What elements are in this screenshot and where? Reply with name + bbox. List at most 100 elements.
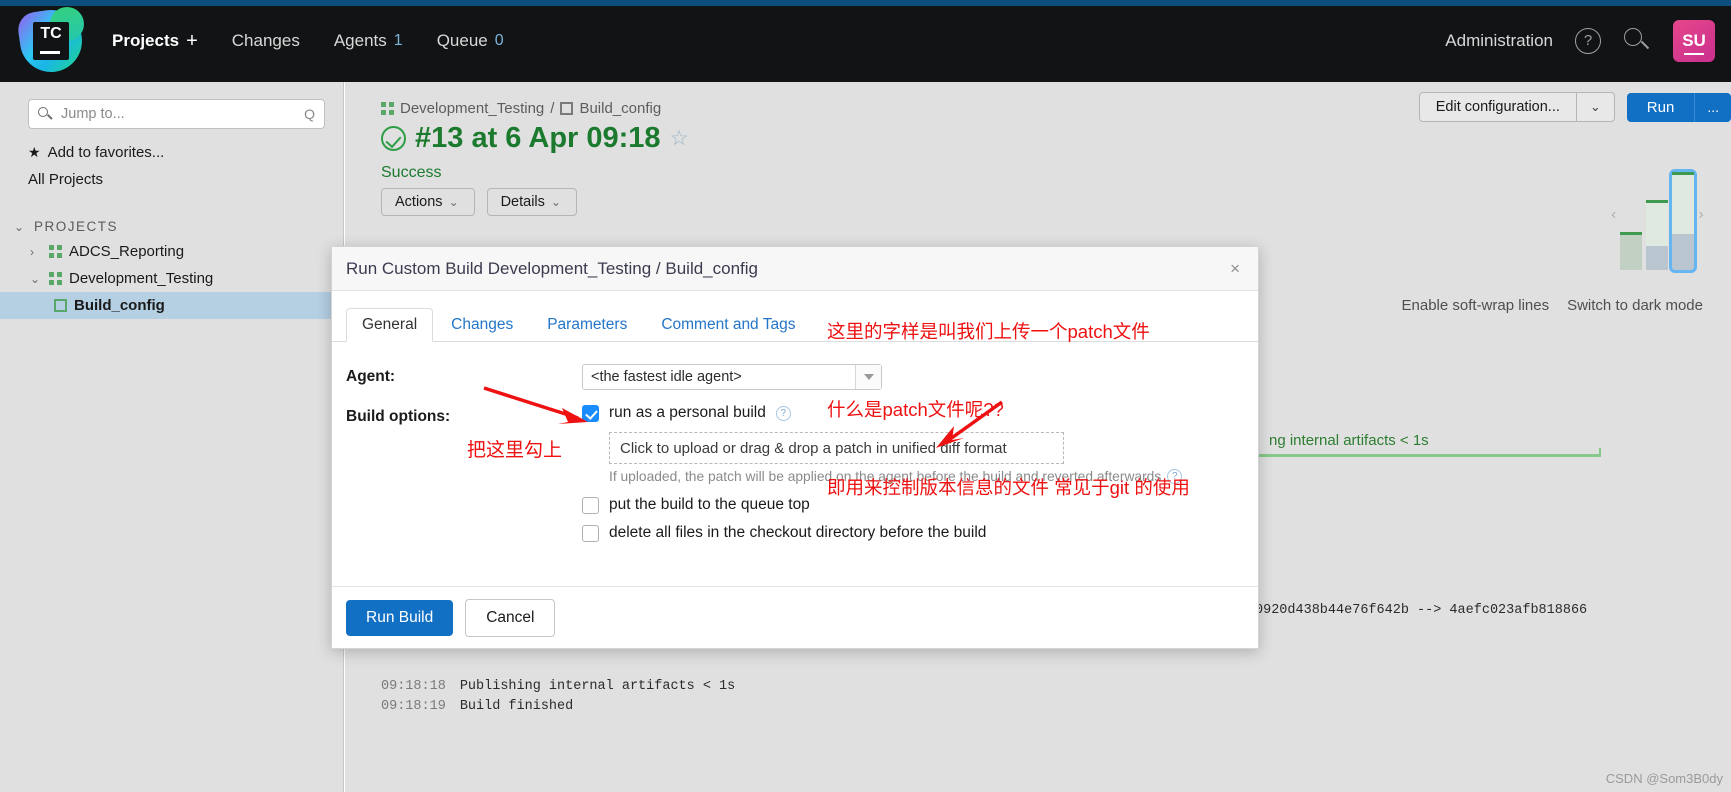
search-input[interactable] [61, 106, 297, 122]
patch-dropzone[interactable]: Click to upload or drag & drop a patch i… [609, 432, 1064, 464]
chevron-right-icon[interactable]: › [1698, 206, 1703, 224]
nav-label-queue: Queue [436, 31, 488, 50]
agent-select[interactable]: <the fastest idle agent> [582, 364, 882, 390]
nav-label-changes: Changes [231, 31, 300, 50]
sidebar-item-build-config[interactable]: Build_config [0, 292, 343, 319]
queue-top-checkbox[interactable] [582, 496, 599, 514]
sparkline-bar[interactable] [1646, 200, 1669, 270]
help-icon[interactable]: ? [1167, 469, 1183, 484]
log-timestamp: 09:18:18 [381, 679, 446, 694]
edit-configuration-button[interactable]: Edit configuration... [1420, 93, 1576, 121]
sparkline-bar-current[interactable] [1669, 169, 1698, 273]
tab-comment-and-tags[interactable]: Comment and Tags [645, 308, 811, 342]
header-accent-line [0, 0, 1731, 6]
build-number-title: #13 at 6 Apr 09:18 [415, 122, 661, 154]
nav-item-queue[interactable]: Queue 0 [437, 31, 504, 51]
nav-item-agents[interactable]: Agents 1 [334, 31, 403, 51]
tab-general[interactable]: General [346, 308, 434, 342]
header-right-group: Administration ? SU [1445, 20, 1731, 62]
queue-top-option[interactable]: put the build to the queue top [582, 496, 1182, 514]
run-more-button[interactable]: ... [1694, 92, 1731, 122]
help-icon[interactable]: ? [1575, 28, 1601, 54]
breadcrumb-config[interactable]: Build_config [579, 100, 661, 117]
personal-build-checkbox[interactable] [582, 404, 599, 422]
project-icon [381, 102, 394, 115]
agent-select-value: <the fastest idle agent> [591, 369, 742, 385]
log-row: 09:18:19 Build finished [381, 697, 1721, 717]
sidebar-item-development-testing[interactable]: ⌄ Development_Testing [0, 265, 343, 292]
dialog-form: Agent: <the fastest idle agent> Build op… [332, 342, 1258, 552]
actions-button-label: Actions [395, 194, 443, 210]
details-button[interactable]: Details ⌄ [486, 188, 577, 216]
tab-parameters[interactable]: Parameters [531, 308, 643, 342]
log-partial-line: ng internal artifacts < 1s [1269, 432, 1429, 449]
queue-top-label: put the build to the queue top [609, 496, 810, 513]
cancel-button[interactable]: Cancel [465, 598, 556, 637]
run-button[interactable]: Run [1626, 92, 1695, 122]
build-options-row: Build options: run as a personal build ?… [332, 404, 1258, 552]
jump-to-box[interactable]: Q [28, 99, 325, 129]
all-projects-link[interactable]: All Projects [0, 166, 343, 193]
switch-dark-mode-link[interactable]: Switch to dark mode [1567, 297, 1703, 314]
run-split-button: Run ... [1626, 92, 1731, 122]
project-icon [49, 272, 62, 285]
dialog-title: Run Custom Build Development_Testing / B… [346, 258, 759, 278]
chevron-down-icon[interactable]: ⌄ [1575, 93, 1614, 121]
projects-header-label: PROJECTS [34, 219, 119, 234]
help-icon[interactable]: ? [775, 405, 791, 421]
enable-soft-wrap-link[interactable]: Enable soft-wrap lines [1402, 297, 1550, 314]
search-icon-ring [1624, 28, 1642, 46]
chevron-down-icon[interactable] [855, 365, 881, 389]
add-to-favorites-link[interactable]: ★ Add to favorites... [0, 139, 343, 166]
sidebar-item-adcs-reporting[interactable]: › ADCS_Reporting [0, 238, 343, 265]
sidebar-item-label: ADCS_Reporting [69, 243, 185, 260]
nav-item-changes[interactable]: Changes [232, 31, 300, 51]
nav-label-projects: Projects [112, 31, 180, 50]
nav-item-projects[interactable]: Projects + [112, 30, 198, 53]
sparkline-bar[interactable] [1620, 232, 1643, 270]
patch-upload-group: Click to upload or drag & drop a patch i… [582, 432, 1183, 484]
chevron-left-icon[interactable]: ‹ [1611, 206, 1616, 224]
projects-section-header[interactable]: ⌄ PROJECTS [0, 215, 343, 238]
search-icon-handle [1640, 40, 1650, 50]
details-button-label: Details [500, 194, 545, 210]
build-config-icon [560, 102, 574, 115]
patch-hint-text: If uploaded, the patch will be applied o… [609, 469, 1162, 484]
avatar-initials: SU [1682, 31, 1706, 50]
top-header: TC Projects + Changes Agents 1 Queue 0 A… [0, 0, 1731, 82]
tab-changes[interactable]: Changes [435, 308, 529, 342]
logo-mark: TC [33, 22, 69, 60]
build-action-buttons: Actions ⌄ Details ⌄ [381, 188, 577, 216]
favorite-star-icon[interactable]: ☆ [670, 126, 689, 151]
all-projects-label: All Projects [28, 171, 104, 188]
delete-files-option[interactable]: delete all files in the checkout directo… [582, 524, 1182, 542]
add-project-icon[interactable]: + [186, 30, 198, 53]
avatar[interactable]: SU [1673, 20, 1715, 62]
close-icon[interactable]: × [1226, 259, 1244, 279]
build-history-sparkline[interactable]: ‹ › [1611, 160, 1711, 273]
chevron-down-icon: ⌄ [448, 195, 459, 209]
breadcrumb: Development_Testing / Build_config [381, 100, 661, 117]
chevron-down-icon: ⌄ [14, 219, 26, 234]
chevron-right-icon[interactable]: › [30, 245, 42, 259]
personal-build-option[interactable]: run as a personal build ? [582, 404, 1182, 422]
administration-link[interactable]: Administration [1445, 31, 1553, 51]
chevron-down-icon[interactable]: ⌄ [30, 272, 42, 286]
breadcrumb-project[interactable]: Development_Testing [400, 100, 544, 117]
dialog-tabs: General Changes Parameters Comment and T… [332, 291, 1258, 342]
status-badge: Success [381, 164, 442, 181]
actions-button[interactable]: Actions ⌄ [381, 188, 475, 216]
nav-label-agents: Agents [333, 31, 387, 50]
nav-count-queue: 0 [494, 32, 504, 49]
teamcity-logo[interactable]: TC [15, 5, 87, 77]
run-build-button[interactable]: Run Build [346, 599, 454, 636]
log-timestamp: 09:18:19 [381, 699, 446, 714]
log-text: Build finished [459, 699, 574, 714]
delete-files-label: delete all files in the checkout directo… [609, 524, 987, 541]
search-icon[interactable] [1623, 27, 1651, 55]
avatar-underscore [1684, 52, 1704, 55]
agent-row: Agent: <the fastest idle agent> [332, 364, 1258, 390]
delete-files-checkbox[interactable] [582, 524, 599, 542]
page-title: #13 at 6 Apr 09:18 ☆ [381, 122, 688, 155]
chevron-down-icon: ⌄ [550, 195, 561, 209]
